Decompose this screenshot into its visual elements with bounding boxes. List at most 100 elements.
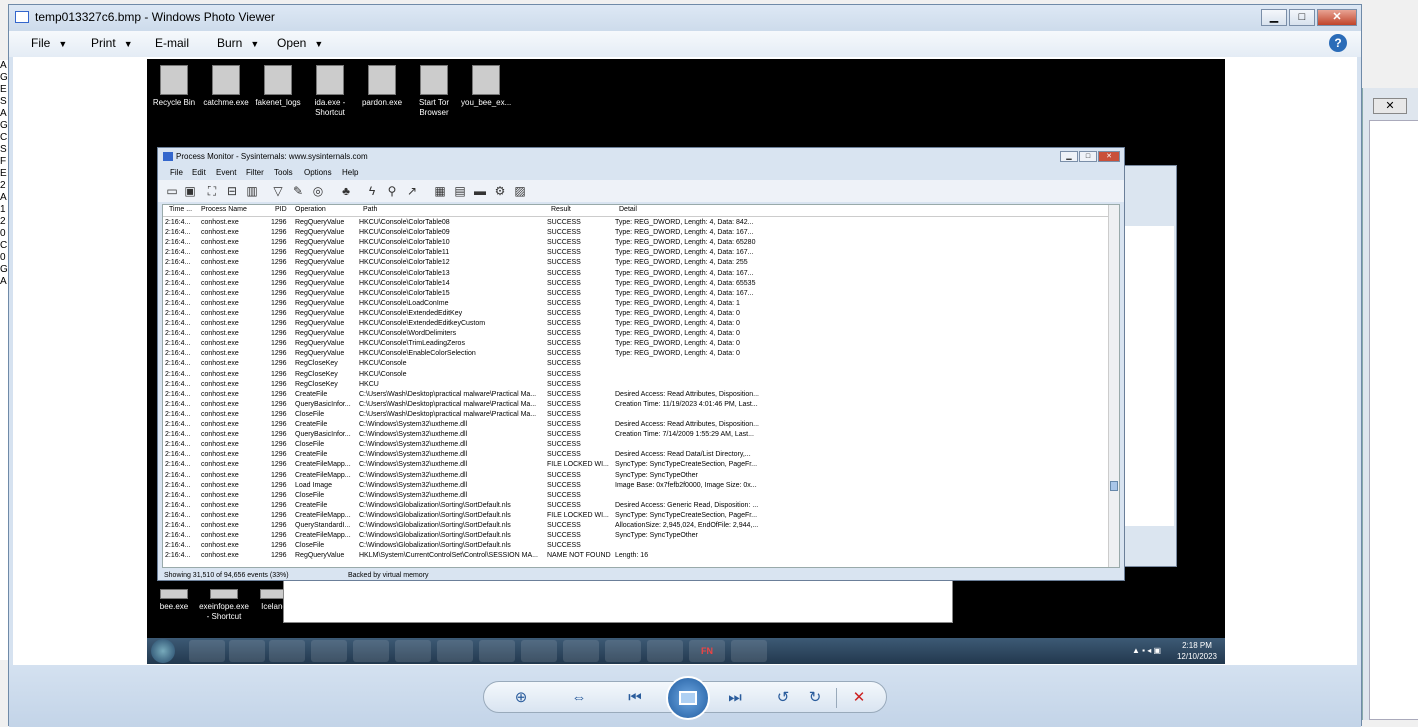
file-icon[interactable]: ▤	[452, 183, 468, 199]
burn-menu[interactable]: Burn ▼	[217, 36, 259, 50]
previous-icon[interactable]: ⏮	[624, 688, 646, 708]
procexp-taskbar-icon[interactable]	[479, 640, 515, 662]
table-row[interactable]: 2:16:4... conhost.exe 1296 RegCloseKey HKCU\…	[163, 359, 1109, 369]
jump-icon[interactable]: ↗	[404, 183, 420, 199]
desktop-icon[interactable]: catchme.exe	[201, 65, 251, 108]
col-process[interactable]: Process Name	[201, 206, 247, 213]
table-row[interactable]: 2:16:4... conhost.exe 1296 CreateFileMapp..…	[163, 471, 1109, 481]
table-row[interactable]: 2:16:4... conhost.exe 1296 CloseFile C:\User…	[163, 410, 1109, 420]
delete-icon[interactable]: ✕	[848, 688, 870, 708]
capture-icon[interactable]: ⊟	[224, 183, 240, 199]
event-list-scrollbar[interactable]	[1108, 205, 1119, 567]
table-row[interactable]: 2:16:4... conhost.exe 1296 QueryBasicInfor.…	[163, 430, 1109, 440]
table-row[interactable]: 2:16:4... conhost.exe 1296 RegQueryValue HKC…	[163, 329, 1109, 339]
network-icon[interactable]: ▬	[472, 183, 488, 199]
table-row[interactable]: 2:16:4... conhost.exe 1296 RegQueryValue HKC…	[163, 258, 1109, 268]
ida2-taskbar-icon[interactable]	[605, 640, 641, 662]
table-row[interactable]: 2:16:4... conhost.exe 1296 CreateFileMapp..…	[163, 460, 1109, 470]
table-row[interactable]: 2:16:4... conhost.exe 1296 CreateFile C:\Win…	[163, 501, 1109, 511]
table-row[interactable]: 2:16:4... conhost.exe 1296 RegCloseKey HKCU S…	[163, 380, 1109, 390]
close-button[interactable]: ✕	[1317, 9, 1357, 26]
autoscroll-icon[interactable]: ⛶	[204, 183, 220, 199]
table-row[interactable]: 2:16:4... conhost.exe 1296 RegQueryValue HKC…	[163, 279, 1109, 289]
zoom-icon[interactable]: ⊕	[510, 688, 532, 708]
media-taskbar-icon[interactable]	[269, 640, 305, 662]
desktop-icon[interactable]: Recycle Bin	[149, 65, 199, 108]
desktop-icon[interactable]: fakenet_logs	[253, 65, 303, 108]
clock[interactable]: 2:18 PM 12/10/2023	[1177, 640, 1217, 662]
vscode-taskbar-icon[interactable]	[563, 640, 599, 662]
explorer-taskbar-icon[interactable]	[229, 640, 265, 662]
procmon-menu-item[interactable]: Edit	[192, 168, 206, 177]
open-menu[interactable]: Open ▼	[277, 36, 323, 50]
col-path[interactable]: Path	[363, 206, 377, 213]
highlight-icon[interactable]: ✎	[290, 183, 306, 199]
actual-size-icon[interactable]: ⇔	[568, 688, 590, 708]
rotate-cw-icon[interactable]: ↻	[804, 688, 826, 708]
table-row[interactable]: 2:16:4... conhost.exe 1296 RegQueryValue HKC…	[163, 228, 1109, 238]
desktop-icon[interactable]: pardon.exe	[357, 65, 407, 108]
procmon-menu-item[interactable]: Help	[342, 168, 358, 177]
table-row[interactable]: 2:16:4... conhost.exe 1296 RegQueryValue HKC…	[163, 218, 1109, 228]
find-icon[interactable]: ⚲	[384, 183, 400, 199]
table-row[interactable]: 2:16:4... conhost.exe 1296 RegQueryValue HKC…	[163, 238, 1109, 248]
minimize-button[interactable]: ▁	[1261, 9, 1287, 26]
next-icon[interactable]: ⏭	[724, 688, 746, 708]
system-tray[interactable]: ▲ ▪ ◂ ▣	[1132, 646, 1161, 655]
table-row[interactable]: 2:16:4... conhost.exe 1296 CloseFile C:\Wind…	[163, 491, 1109, 501]
open-folder-icon[interactable]: ▭	[164, 183, 180, 199]
background-close-button[interactable]: ✕	[1373, 98, 1407, 114]
table-row[interactable]: 2:16:4... conhost.exe 1296 CloseFile C:\Wind…	[163, 440, 1109, 450]
clear-icon[interactable]: ▥	[244, 183, 260, 199]
fakenet-taskbar-icon[interactable]: FN	[689, 640, 725, 662]
email-menu[interactable]: E-mail	[155, 36, 189, 50]
table-row[interactable]: 2:16:4... conhost.exe 1296 CreateFile C:\Win…	[163, 450, 1109, 460]
table-row[interactable]: 2:16:4... conhost.exe 1296 RegQueryValue HKC…	[163, 269, 1109, 279]
col-pid[interactable]: PID	[275, 206, 287, 213]
registry-icon[interactable]: ▦	[432, 183, 448, 199]
save-icon[interactable]: ▣	[182, 183, 198, 199]
table-row[interactable]: 2:16:4... conhost.exe 1296 RegQueryValue HKC…	[163, 319, 1109, 329]
help-icon[interactable]: ?	[1329, 34, 1347, 52]
procmon-close-button[interactable]: ✕	[1098, 151, 1120, 162]
table-row[interactable]: 2:16:4... conhost.exe 1296 CreateFileMapp..…	[163, 511, 1109, 521]
process-icon[interactable]: ⚙	[492, 183, 508, 199]
print-menu[interactable]: Print ▼	[91, 36, 133, 50]
tree-icon[interactable]: ♣	[338, 183, 354, 199]
table-row[interactable]: 2:16:4... conhost.exe 1296 CreateFileMapp..…	[163, 531, 1109, 541]
lightning-icon[interactable]: ϟ	[364, 183, 380, 199]
start-button[interactable]	[151, 639, 175, 663]
table-row[interactable]: 2:16:4... conhost.exe 1296 CloseFile C:\Wind…	[163, 541, 1109, 551]
file-menu[interactable]: File ▼	[31, 36, 67, 50]
app-taskbar-icon[interactable]	[353, 640, 389, 662]
desktop-icon[interactable]: exeinfope.exe - Shortcut	[199, 589, 249, 622]
table-row[interactable]: 2:16:4... conhost.exe 1296 RegQueryValue HKC…	[163, 309, 1109, 319]
col-operation[interactable]: Operation	[295, 206, 326, 213]
table-row[interactable]: 2:16:4... conhost.exe 1296 QueryBasicInfor.…	[163, 400, 1109, 410]
table-row[interactable]: 2:16:4... conhost.exe 1296 RegQueryValue HKC…	[163, 299, 1109, 309]
filter-icon[interactable]: ▽	[270, 183, 286, 199]
table-row[interactable]: 2:16:4... conhost.exe 1296 RegCloseKey HKCU\…	[163, 370, 1109, 380]
chrome-taskbar-icon[interactable]	[311, 640, 347, 662]
app5-taskbar-icon[interactable]	[731, 640, 767, 662]
app3-taskbar-icon[interactable]	[521, 640, 557, 662]
desktop-icon[interactable]: you_bee_ex...	[461, 65, 511, 108]
table-row[interactable]: 2:16:4... conhost.exe 1296 RegQueryValue HKC…	[163, 339, 1109, 349]
procmon-minimize-button[interactable]: ▁	[1060, 151, 1078, 162]
col-result[interactable]: Result	[551, 206, 571, 213]
desktop-icon[interactable]: ida.exe - Shortcut	[305, 65, 355, 118]
app4-taskbar-icon[interactable]	[647, 640, 683, 662]
profiling-icon[interactable]: ▨	[512, 183, 528, 199]
table-row[interactable]: 2:16:4... conhost.exe 1296 RegQueryValue HKC…	[163, 248, 1109, 258]
procmon-menu-item[interactable]: Event	[216, 168, 236, 177]
table-row[interactable]: 2:16:4... conhost.exe 1296 Load Image C:\Win…	[163, 481, 1109, 491]
target-icon[interactable]: ◎	[310, 183, 326, 199]
maximize-button[interactable]: □	[1289, 9, 1315, 26]
slideshow-button[interactable]	[666, 676, 710, 720]
col-detail[interactable]: Detail	[619, 206, 637, 213]
table-row[interactable]: 2:16:4... conhost.exe 1296 QueryStandardI..…	[163, 521, 1109, 531]
desktop-icon[interactable]: bee.exe	[149, 589, 199, 612]
procmon-menu-item[interactable]: Tools	[274, 168, 293, 177]
table-row[interactable]: 2:16:4... conhost.exe 1296 CreateFile C:\Use…	[163, 390, 1109, 400]
app2-taskbar-icon[interactable]	[395, 640, 431, 662]
